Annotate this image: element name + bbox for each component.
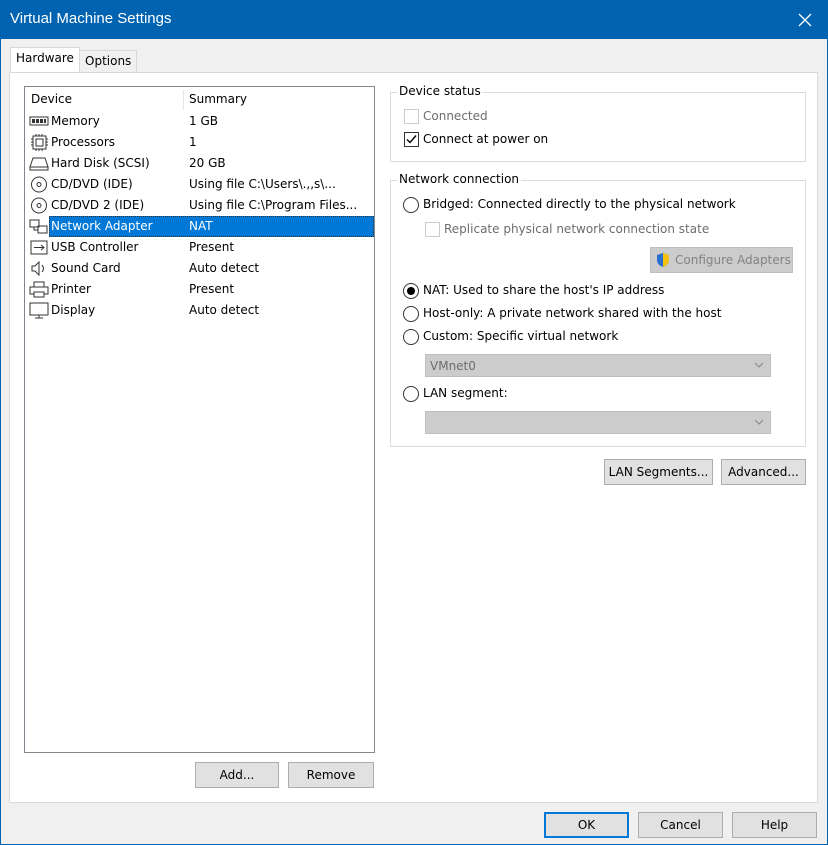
device-name: USB Controller <box>51 240 139 254</box>
device-row-sound-card[interactable]: Sound Card Auto detect <box>25 258 374 279</box>
help-button-label: Help <box>760 818 789 832</box>
device-name: Hard Disk (SCSI) <box>51 156 150 170</box>
window-title: Virtual Machine Settings <box>10 10 172 27</box>
device-row-memory[interactable]: Memory 1 GB <box>25 111 374 132</box>
connect-at-power-on-label: Connect at power on <box>423 132 549 146</box>
close-icon <box>798 13 812 27</box>
add-device-button[interactable]: Add... <box>195 762 279 788</box>
chevron-down-icon <box>754 419 764 425</box>
remove-device-button-label: Remove <box>306 768 356 782</box>
device-row-usb-controller[interactable]: USB Controller Present <box>25 237 374 258</box>
cancel-button-label: Cancel <box>660 818 701 832</box>
connected-checkbox[interactable] <box>404 109 419 124</box>
shield-icon <box>657 253 669 267</box>
device-row-network-adapter[interactable]: Network Adapter NAT <box>25 216 374 237</box>
device-summary: NAT <box>189 219 213 233</box>
device-summary: Present <box>189 240 235 254</box>
nat-radio[interactable] <box>403 283 419 299</box>
speaker-icon <box>31 260 44 277</box>
device-summary: Using file C:\Program Files... <box>189 198 358 212</box>
lan-segment-dropdown[interactable] <box>425 411 771 434</box>
cancel-button[interactable]: Cancel <box>638 812 723 838</box>
tab-hardware-label: Hardware <box>16 51 74 65</box>
column-header-summary[interactable]: Summary <box>189 92 247 106</box>
column-separator[interactable] <box>183 90 184 110</box>
checkmark-icon <box>406 135 417 144</box>
radio-selected-dot <box>407 287 415 295</box>
bridged-radio[interactable] <box>403 197 419 213</box>
cd-dvd-icon <box>31 197 47 214</box>
device-status-group: Device status Connected Connect at power… <box>390 84 806 162</box>
tab-options-label: Options <box>85 54 132 68</box>
device-row-cd-dvd-2[interactable]: CD/DVD 2 (IDE) Using file C:\Program Fil… <box>25 195 374 216</box>
virtual-machine-settings-window: Virtual Machine Settings Hardware Option… <box>0 0 828 845</box>
host-only-radio[interactable] <box>403 306 419 322</box>
custom-radio[interactable] <box>403 329 419 345</box>
help-button[interactable]: Help <box>732 812 817 838</box>
network-adapter-icon <box>29 219 48 234</box>
configure-adapters-button[interactable]: Configure Adapters <box>650 247 793 273</box>
custom-label: Custom: Specific virtual network <box>423 329 619 343</box>
device-summary: Auto detect <box>189 261 260 275</box>
device-name: CD/DVD (IDE) <box>51 177 133 191</box>
bridged-label: Bridged: Connected directly to the physi… <box>423 197 736 211</box>
device-name: Memory <box>51 114 100 128</box>
device-name: Processors <box>51 135 116 149</box>
device-summary: 20 GB <box>189 156 226 170</box>
device-summary: 1 <box>189 135 197 149</box>
memory-icon <box>29 116 49 126</box>
connected-label: Connected <box>423 109 488 123</box>
device-row-hard-disk[interactable]: Hard Disk (SCSI) 20 GB <box>25 153 374 174</box>
lan-segments-button-label: LAN Segments... <box>608 465 709 479</box>
network-connection-legend: Network connection <box>397 172 522 186</box>
usb-icon <box>30 240 48 255</box>
device-summary: Auto detect <box>189 303 260 317</box>
device-summary: Present <box>189 282 235 296</box>
chevron-down-icon <box>754 362 764 368</box>
device-status-legend: Device status <box>397 84 483 98</box>
device-list-header: Device Summary <box>25 87 374 111</box>
custom-network-value: VMnet0 <box>430 359 476 373</box>
printer-icon <box>29 281 49 298</box>
title-bar[interactable]: Virtual Machine Settings <box>1 1 827 39</box>
device-row-printer[interactable]: Printer Present <box>25 279 374 300</box>
display-icon <box>29 302 49 319</box>
advanced-button-label: Advanced... <box>728 465 799 479</box>
ok-button[interactable]: OK <box>544 812 629 838</box>
connect-at-power-on-checkbox[interactable] <box>404 132 419 147</box>
remove-device-button[interactable]: Remove <box>288 762 374 788</box>
device-row-cd-dvd[interactable]: CD/DVD (IDE) Using file C:\Users\.,,s\..… <box>25 174 374 195</box>
network-connection-group: Network connection Bridged: Connected di… <box>390 172 806 447</box>
close-button[interactable] <box>783 1 827 39</box>
device-row-display[interactable]: Display Auto detect <box>25 300 374 321</box>
ok-button-label: OK <box>577 818 596 832</box>
tab-options[interactable]: Options <box>79 50 138 72</box>
hardware-tab-panel: Device Summary Memory 1 GB Processors 1 … <box>9 72 818 803</box>
lan-segment-label: LAN segment: <box>423 386 508 400</box>
column-header-device[interactable]: Device <box>31 92 72 106</box>
cd-dvd-icon <box>31 176 47 193</box>
replicate-state-label: Replicate physical network connection st… <box>444 222 710 236</box>
processor-icon <box>31 134 48 151</box>
add-device-button-label: Add... <box>219 768 255 782</box>
tab-hardware[interactable]: Hardware <box>10 47 80 72</box>
device-name: Printer <box>51 282 91 296</box>
nat-label: NAT: Used to share the host's IP address <box>423 283 665 297</box>
lan-segments-button[interactable]: LAN Segments... <box>604 459 713 485</box>
device-name: Sound Card <box>51 261 121 275</box>
lan-segment-radio[interactable] <box>403 386 419 402</box>
advanced-button[interactable]: Advanced... <box>721 459 806 485</box>
device-summary: Using file C:\Users\.,,s\... <box>189 177 336 191</box>
device-name: Network Adapter <box>51 219 153 233</box>
device-list[interactable]: Device Summary Memory 1 GB Processors 1 … <box>24 86 375 753</box>
replicate-state-checkbox[interactable] <box>425 222 440 237</box>
configure-adapters-label: Configure Adapters <box>675 253 791 267</box>
device-row-processors[interactable]: Processors 1 <box>25 132 374 153</box>
host-only-label: Host-only: A private network shared with… <box>423 306 722 320</box>
device-name: CD/DVD 2 (IDE) <box>51 198 145 212</box>
hard-disk-icon <box>29 157 49 171</box>
device-name: Display <box>51 303 96 317</box>
device-summary: 1 GB <box>189 114 218 128</box>
custom-network-dropdown[interactable]: VMnet0 <box>425 354 771 377</box>
